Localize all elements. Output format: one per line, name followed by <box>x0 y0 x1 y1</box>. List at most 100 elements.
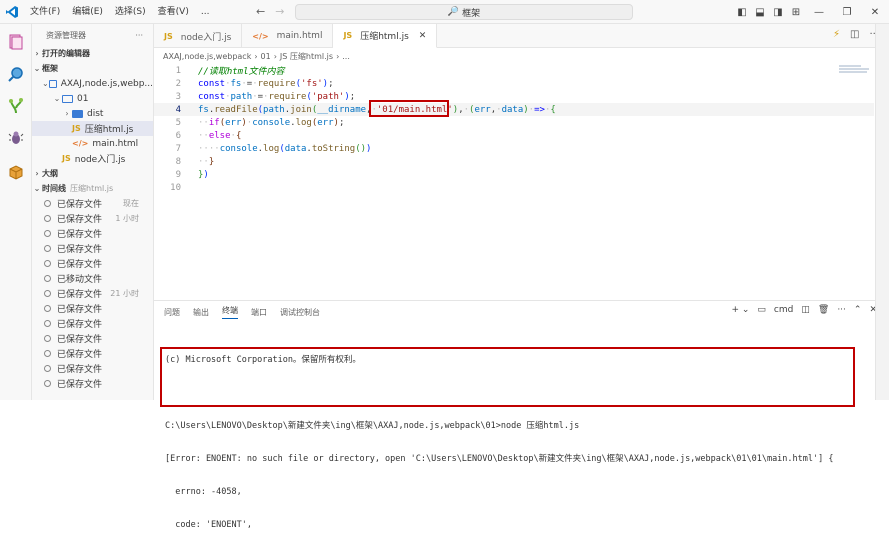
run-debug-icon[interactable] <box>6 128 26 148</box>
tree-item-label: AXAJ,node.js,webp... <box>60 78 153 89</box>
menu-more[interactable]: ... <box>195 0 216 24</box>
more-actions-icon[interactable]: ··· <box>837 305 846 315</box>
tree-item-node-intro-js[interactable]: JS node入门.js <box>32 151 153 166</box>
timeline-entry-label: 已保存文件 <box>57 335 103 345</box>
tab-debug-console[interactable]: 调试控制台 <box>280 307 320 318</box>
timeline-entry[interactable]: 已保存文件 <box>32 301 153 316</box>
tree-item-label: 01 <box>77 93 89 104</box>
close-icon[interactable]: ✕ <box>861 7 889 18</box>
section-outline[interactable]: › 大纲 <box>32 166 153 181</box>
code-comment: //读取html文件内容 <box>198 67 285 77</box>
close-tab-icon[interactable]: ✕ <box>419 31 427 41</box>
tab-problems[interactable]: 问题 <box>164 307 180 318</box>
explorer-icon[interactable] <box>6 32 26 52</box>
terminal-line: code: 'ENOENT', <box>165 520 252 530</box>
timeline-entry-label: 已保存文件 <box>57 305 103 315</box>
timeline-entry[interactable]: 已保存文件 21 小时 <box>32 286 153 301</box>
minimap[interactable] <box>839 64 873 74</box>
timeline-entry-label: 已保存文件 <box>57 200 103 210</box>
code-editor[interactable]: 1 //读取html文件内容 2 const · fs · = · require('fs');… <box>154 64 874 194</box>
tab-terminal[interactable]: 终端 <box>222 305 238 319</box>
tab-node-intro-js[interactable]: JS node入门.js <box>154 24 243 48</box>
timeline-entry-label: 已移动文件 <box>57 275 103 285</box>
timeline-entry[interactable]: 已保存文件 现在 <box>32 196 153 211</box>
code-line: 1 //读取html文件内容 <box>154 64 874 78</box>
activity-bar <box>0 24 32 400</box>
trash-icon[interactable]: 🗑 <box>818 305 829 315</box>
timeline-entry-label: 已保存文件 <box>57 290 103 300</box>
menu-file[interactable]: 文件(F) <box>24 0 66 24</box>
section-open-editors-label: 打开的编辑器 <box>42 49 90 58</box>
bottom-panel: 问题 输出 终端 端口 调试控制台 + ⌄ ▭ cmd ◫ 🗑 ··· ⌃ ✕ … <box>154 300 889 530</box>
section-root-folder[interactable]: ⌄ 框架 <box>32 61 153 76</box>
tree-item-compress-js[interactable]: JS 压缩html.js <box>32 121 153 136</box>
timeline-entry[interactable]: 已保存文件 <box>32 226 153 241</box>
timeline-entry[interactable]: 已保存文件 1 小时 <box>32 211 153 226</box>
command-center-search[interactable]: 🔎 框架 <box>295 4 633 20</box>
timeline-entry[interactable]: 已保存文件 <box>32 256 153 271</box>
search-icon: 🔎 <box>447 7 460 17</box>
tab-output[interactable]: 输出 <box>193 307 209 318</box>
menu-selection[interactable]: 选择(S) <box>109 0 152 24</box>
tab-compress-js[interactable]: JS 压缩html.js ✕ <box>333 24 438 48</box>
breadcrumb-item[interactable]: 01 <box>261 52 271 61</box>
split-terminal-icon[interactable]: ◫ <box>801 305 810 315</box>
split-editor-icon[interactable]: ◫ <box>850 29 859 40</box>
compare-icon[interactable]: ⚡ <box>833 29 840 40</box>
code-line: 7 ···· console. log(data. toString()) <box>154 142 874 155</box>
more-actions-icon[interactable]: ··· <box>135 31 143 40</box>
timeline-entry-label: 已保存文件 <box>57 215 103 225</box>
back-arrow-icon[interactable]: ← <box>256 5 265 18</box>
right-edge-bar <box>875 24 889 400</box>
line-number: 8 <box>175 156 181 167</box>
extensions-icon[interactable] <box>6 162 26 182</box>
toggle-sidebar-icon[interactable]: ◧ <box>733 7 751 18</box>
chevron-right-icon: › <box>65 109 69 118</box>
breadcrumb-item[interactable]: JS 压缩html.js <box>280 51 333 62</box>
tab-main-html[interactable]: </> main.html <box>242 24 334 48</box>
toggle-secondary-sidebar-icon[interactable]: ◨ <box>769 7 787 18</box>
minimize-icon[interactable]: — <box>805 7 833 18</box>
code-line: 3 const · path · = · require('path'); <box>154 90 874 103</box>
line-number: 9 <box>175 169 181 180</box>
tab-ports[interactable]: 端口 <box>251 307 267 318</box>
timeline-entry[interactable]: 已保存文件 <box>32 331 153 346</box>
new-terminal-icon[interactable]: + ⌄ <box>731 305 749 315</box>
timeline-entry[interactable]: 已保存文件 <box>32 241 153 256</box>
tree-item-main-html[interactable]: </> main.html <box>32 136 153 151</box>
timeline-entry-label: 已保存文件 <box>57 320 103 330</box>
section-timeline[interactable]: ⌄ 时间线 压缩html.js <box>32 181 153 196</box>
tree-item-axaj-folder[interactable]: ⌄ AXAJ,node.js,webp... <box>32 76 153 91</box>
folder-open-icon <box>62 94 73 103</box>
source-control-icon[interactable] <box>6 96 26 116</box>
breadcrumb-item[interactable]: AXAJ,node.js,webpack <box>163 52 251 61</box>
breadcrumb-item[interactable]: ... <box>342 52 350 61</box>
layout-icon[interactable]: ⊞ <box>787 7 805 18</box>
timeline-entry[interactable]: 已移动文件 <box>32 271 153 286</box>
search-view-icon[interactable] <box>6 64 26 84</box>
timeline-entry[interactable]: 已保存文件 <box>32 376 153 391</box>
toggle-panel-icon[interactable]: ⬓ <box>751 7 769 18</box>
tree-item-dist-folder[interactable]: › dist <box>32 106 153 121</box>
explorer-sidebar: 资源管理器 ··· › 打开的编辑器 ⌄ 框架 ⌄ AXAJ,node.js,w… <box>32 24 154 400</box>
forward-arrow-icon[interactable]: → <box>275 5 284 18</box>
terminal-shell-name[interactable]: cmd <box>774 305 793 315</box>
timeline-entry[interactable]: 已保存文件 <box>32 361 153 376</box>
menu-edit[interactable]: 编辑(E) <box>66 0 109 24</box>
title-bar: 文件(F) 编辑(E) 选择(S) 查看(V) ... ← → 🔎 框架 ◧ ⬓… <box>0 0 889 24</box>
chevron-down-icon: ⌄ <box>42 79 49 88</box>
tab-label: node入门.js <box>180 32 232 43</box>
timeline-entry-label: 已保存文件 <box>57 230 103 240</box>
chevron-up-icon[interactable]: ⌃ <box>854 305 862 315</box>
timeline-entry[interactable]: 已保存文件 <box>32 346 153 361</box>
menu-view[interactable]: 查看(V) <box>152 0 195 24</box>
restore-icon[interactable]: ❐ <box>833 7 861 18</box>
tree-item-01-folder[interactable]: ⌄ 01 <box>32 91 153 106</box>
js-file-icon: JS <box>343 31 353 40</box>
nav-arrows: ← → <box>256 5 284 18</box>
timeline-entry[interactable]: 已保存文件 <box>32 316 153 331</box>
section-open-editors[interactable]: › 打开的编辑器 <box>32 46 153 61</box>
code-line: 5 ·· if(err) · console. log(err); <box>154 116 874 129</box>
menu-bar: 文件(F) 编辑(E) 选择(S) 查看(V) ... <box>24 0 215 24</box>
editor-tabs: JS node入门.js </> main.html JS 压缩html.js … <box>154 24 889 48</box>
